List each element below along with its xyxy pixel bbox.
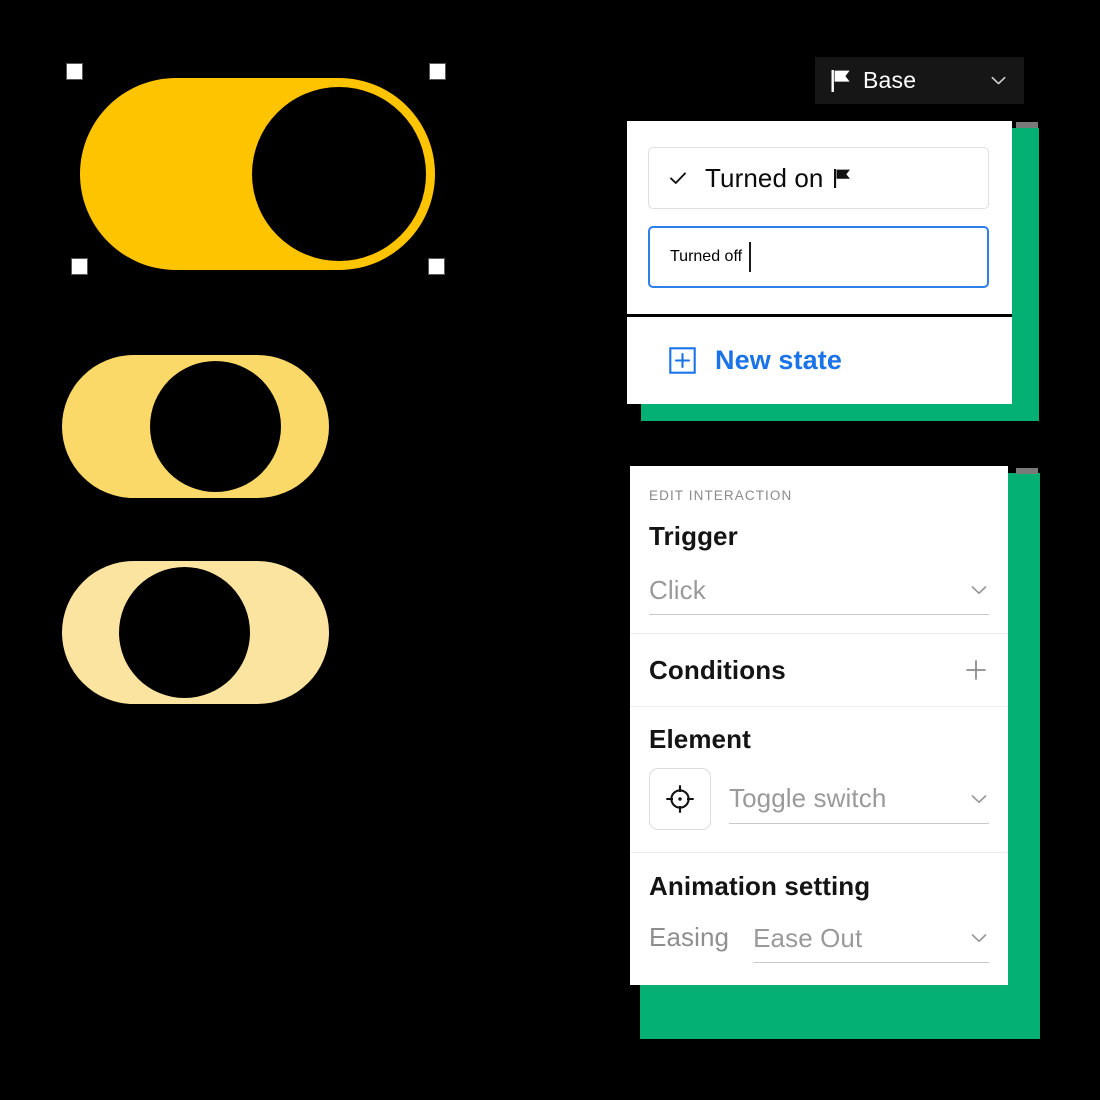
plus-box-icon xyxy=(669,347,696,374)
conditions-title: Conditions xyxy=(649,654,786,685)
trigger-section: Trigger Click xyxy=(630,521,1008,633)
new-state-label: New state xyxy=(715,345,842,375)
states-panel-shadow-tab xyxy=(1016,122,1038,128)
chevron-down-icon[interactable] xyxy=(989,71,1008,90)
conditions-section: Conditions xyxy=(630,634,1008,706)
plus-icon[interactable] xyxy=(963,657,989,683)
selection-handle-top-left[interactable] xyxy=(67,64,82,79)
base-state-label: Base xyxy=(863,67,917,93)
toggle-switch-onion-skin-2 xyxy=(62,561,329,704)
easing-row: Easing Ease Out xyxy=(649,914,989,963)
toggle-knob xyxy=(119,567,250,698)
chevron-down-icon xyxy=(971,794,987,803)
element-target-picker-button[interactable] xyxy=(649,768,711,830)
toggle-knob xyxy=(252,87,426,261)
trigger-select[interactable]: Click xyxy=(649,566,989,615)
toggle-switch-primary[interactable] xyxy=(80,78,435,270)
design-canvas xyxy=(0,0,620,1100)
flag-icon xyxy=(834,168,851,188)
easing-select[interactable]: Ease Out xyxy=(753,914,989,963)
easing-value: Ease Out xyxy=(753,922,863,953)
element-value: Toggle switch xyxy=(729,783,887,813)
state-label: Turned on xyxy=(705,162,824,193)
selection-handle-bottom-right[interactable] xyxy=(429,259,444,274)
element-select[interactable]: Toggle switch xyxy=(729,775,989,824)
element-picker-row: Toggle switch xyxy=(649,768,989,830)
edit-panel-shadow-tab xyxy=(1016,468,1038,474)
element-title: Element xyxy=(649,724,751,754)
panel-eyebrow-label: EDIT INTERACTION xyxy=(649,488,793,503)
states-list: Turned on Turned off xyxy=(627,121,1012,314)
base-state-selector[interactable]: Base xyxy=(815,57,1024,104)
state-label-wrapper: Turned on xyxy=(705,163,851,194)
section-divider xyxy=(630,852,1008,853)
crosshair-target-icon xyxy=(666,785,694,813)
trigger-title: Trigger xyxy=(649,521,738,551)
trigger-value: Click xyxy=(649,574,706,605)
selection-handle-bottom-left[interactable] xyxy=(72,259,87,274)
states-panel: Turned on Turned off New state xyxy=(627,121,1012,404)
section-divider xyxy=(630,706,1008,707)
edit-interaction-panel: EDIT INTERACTION Trigger Click Condition… xyxy=(630,466,1008,985)
check-icon xyxy=(670,172,686,184)
text-cursor xyxy=(749,242,752,272)
element-section: Element Toggle switch xyxy=(630,724,1008,852)
animation-setting-title: Animation setting xyxy=(649,871,871,901)
state-row-turned-off-input[interactable]: Turned off xyxy=(648,226,989,288)
flag-icon xyxy=(831,69,850,92)
selection-handle-top-right[interactable] xyxy=(430,64,445,79)
animation-setting-section: Animation setting Easing Ease Out xyxy=(630,871,1008,985)
easing-label: Easing xyxy=(649,922,730,952)
state-row-turned-on[interactable]: Turned on xyxy=(648,147,989,209)
state-name-input-value[interactable]: Turned off xyxy=(670,248,742,266)
chevron-down-icon xyxy=(971,934,987,943)
chevron-down-icon xyxy=(971,586,987,595)
new-state-button[interactable]: New state xyxy=(627,317,1012,404)
toggle-knob xyxy=(150,361,281,492)
toggle-switch-onion-skin-1 xyxy=(62,355,329,498)
